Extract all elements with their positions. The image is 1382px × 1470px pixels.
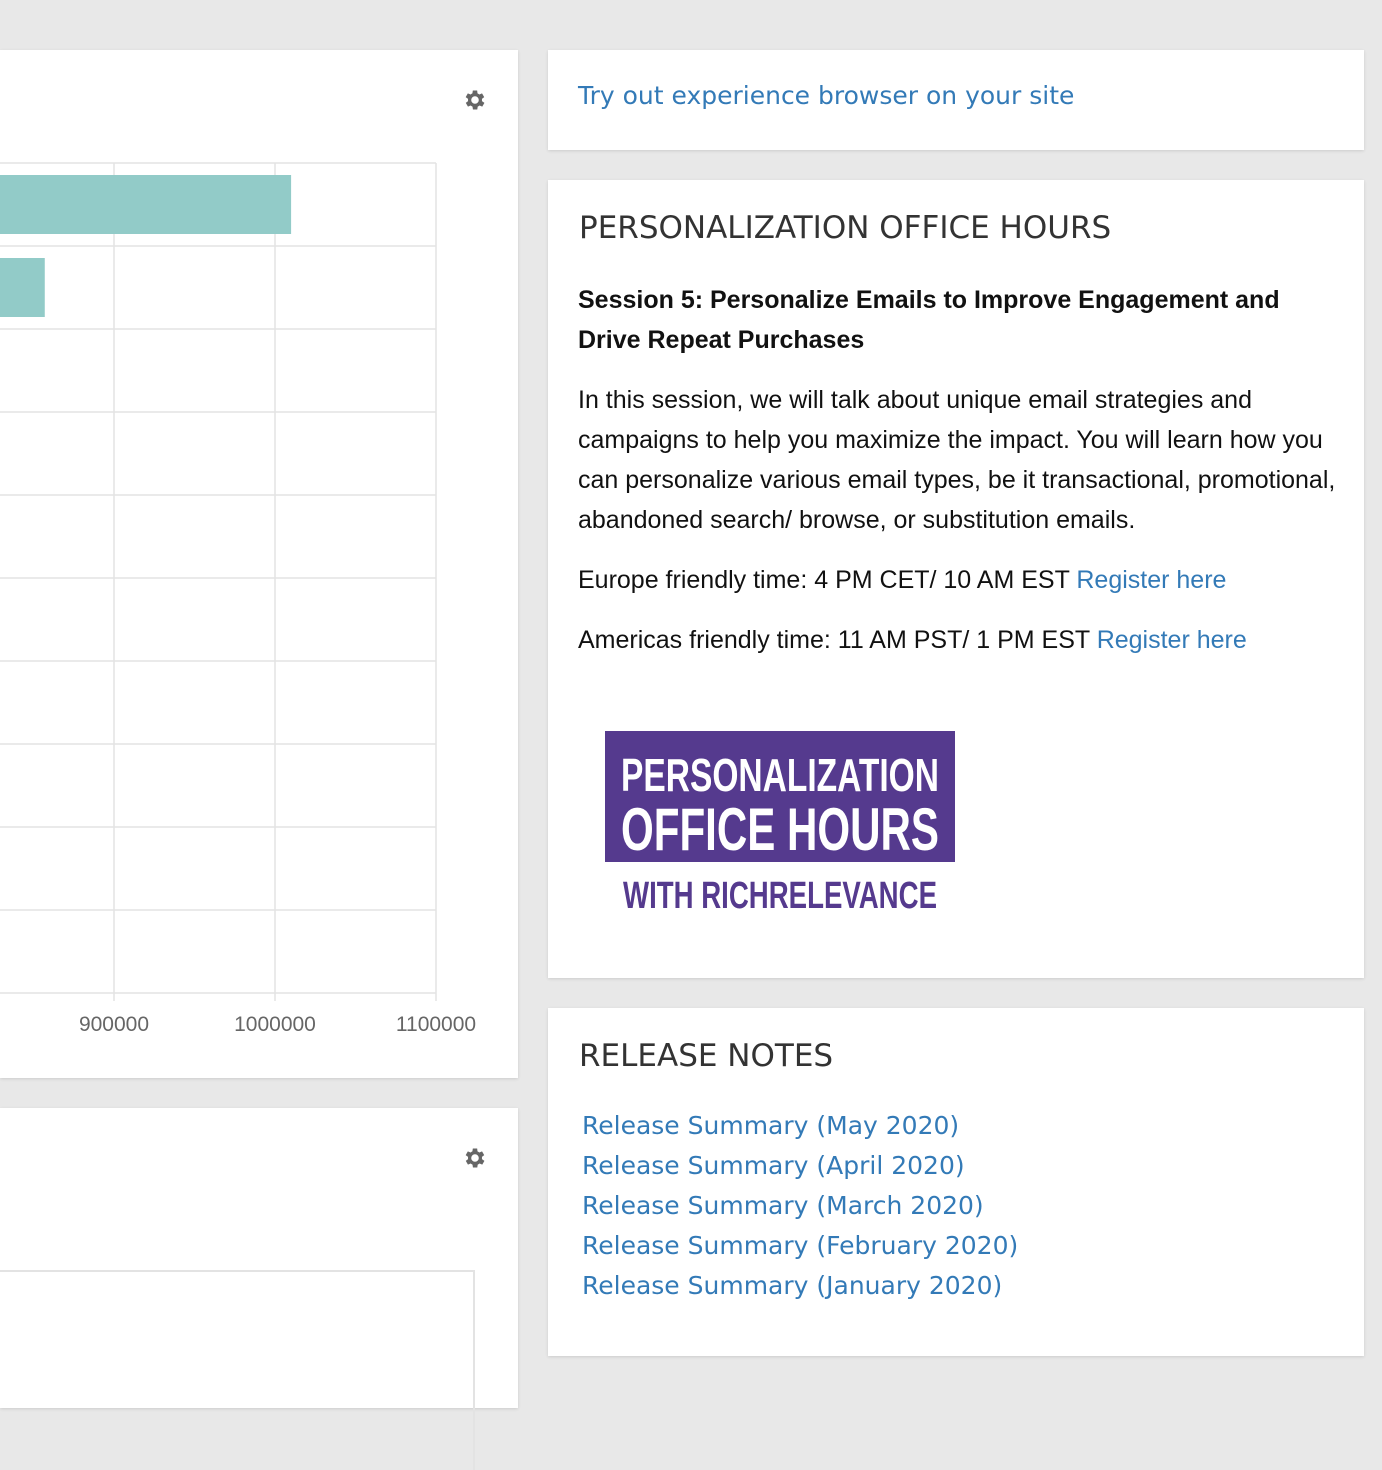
table-frame	[0, 1270, 475, 1470]
europe-time-text: Europe friendly time: 4 PM CET/ 10 AM ES…	[578, 566, 1070, 594]
release-notes-item: Release Summary (March 2020)	[582, 1186, 1018, 1226]
release-summary-link[interactable]: Release Summary (April 2020)	[582, 1151, 965, 1180]
register-americas-link[interactable]: Register here	[1097, 626, 1247, 654]
try-experience-browser-link[interactable]: Try out experience browser on your site	[578, 81, 1074, 110]
session-title: Session 5: Personalize Emails to Improve…	[578, 286, 1280, 354]
release-notes-item: Release Summary (April 2020)	[582, 1146, 1018, 1186]
release-notes-list: Release Summary (May 2020) Release Summa…	[582, 1106, 1018, 1306]
release-notes-title: RELEASE NOTES	[579, 1038, 834, 1074]
bar-chart: 900000 1000000 1100000	[0, 162, 476, 1036]
x-tick-label: 1100000	[396, 1013, 476, 1036]
release-summary-link[interactable]: Release Summary (March 2020)	[582, 1191, 984, 1220]
try-experience-panel: Try out experience browser on your site	[548, 50, 1364, 150]
release-summary-link[interactable]: Release Summary (February 2020)	[582, 1231, 1018, 1260]
americas-time-row: Americas friendly time: 11 AM PST/ 1 PM …	[578, 620, 1348, 660]
release-notes-item: Release Summary (February 2020)	[582, 1226, 1018, 1266]
office-hours-logo: PERSONALIZATION OFFICE HOURS WITH RICHRE…	[605, 731, 955, 915]
x-tick-label: 1000000	[234, 1013, 316, 1036]
release-summary-link[interactable]: Release Summary (May 2020)	[582, 1111, 959, 1140]
logo-line-1: PERSONALIZATION	[621, 749, 939, 801]
register-europe-link[interactable]: Register here	[1076, 566, 1226, 594]
americas-time-text: Americas friendly time: 11 AM PST/ 1 PM …	[578, 626, 1090, 654]
release-notes-item: Release Summary (May 2020)	[582, 1106, 1018, 1146]
chart-panel: 900000 1000000 1100000	[0, 50, 518, 1078]
release-notes-panel: RELEASE NOTES Release Summary (May 2020)…	[548, 1008, 1364, 1356]
office-hours-body: Session 5: Personalize Emails to Improve…	[578, 280, 1348, 680]
release-notes-item: Release Summary (January 2020)	[582, 1266, 1018, 1306]
bar[interactable]	[0, 258, 45, 317]
logo-line-2: OFFICE HOURS	[621, 796, 939, 863]
release-summary-link[interactable]: Release Summary (January 2020)	[582, 1271, 1002, 1300]
logo-line-3: WITH RICHRELEVANCE	[623, 875, 937, 915]
bar[interactable]	[0, 175, 292, 234]
table-panel	[0, 1108, 518, 1470]
office-hours-title: PERSONALIZATION OFFICE HOURS	[579, 210, 1112, 246]
europe-time-row: Europe friendly time: 4 PM CET/ 10 AM ES…	[578, 560, 1348, 600]
gear-icon[interactable]	[462, 1145, 488, 1171]
x-tick-label: 900000	[79, 1013, 149, 1036]
office-hours-panel: PERSONALIZATION OFFICE HOURS Session 5: …	[548, 180, 1364, 978]
session-description: In this session, we will talk about uniq…	[578, 386, 1336, 534]
